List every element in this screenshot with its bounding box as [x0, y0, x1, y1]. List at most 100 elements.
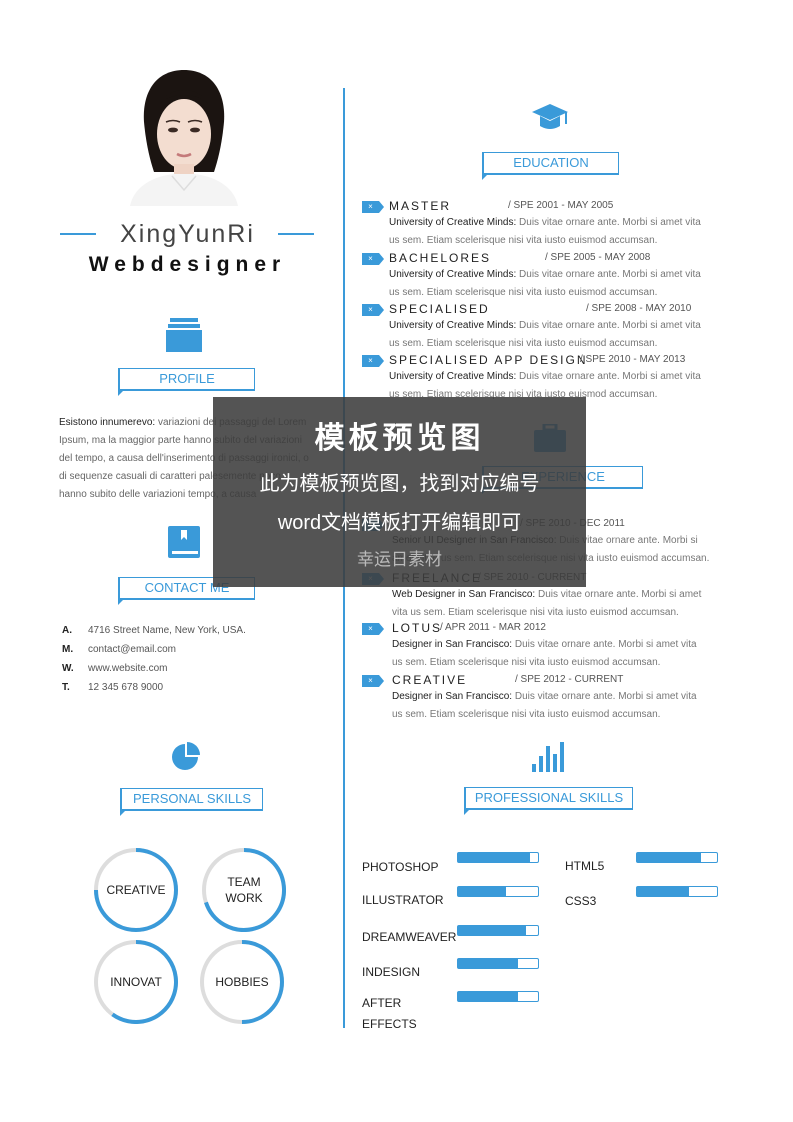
- contact-list: A. 4716 Street Name, New York, USA. M. con…: [62, 625, 322, 701]
- entry-description: University of Creative Minds: Duis vitae…: [389, 214, 729, 250]
- professional-skill-bar: [457, 852, 539, 863]
- entry-description-line2: us sem. Etiam scelerisque nisi vita iust…: [389, 338, 658, 349]
- entry-description-line2: us sem. Etiam scelerisque nisi vita iust…: [389, 287, 658, 298]
- contact-key: A.: [62, 625, 72, 636]
- contact-website[interactable]: www.website.com: [88, 663, 167, 674]
- entry-marker-icon: ×: [362, 201, 384, 213]
- avatar: [120, 64, 248, 206]
- person-name: XingYunRi: [120, 220, 255, 248]
- entry-date: / SPE 2012 - CURRENT: [515, 674, 624, 685]
- contact-key: T.: [62, 682, 70, 693]
- entry-lead: University of Creative Minds:: [389, 217, 517, 228]
- professional-skill-name: HTML5: [565, 856, 604, 877]
- skill-circle-label: CREATIVE: [98, 882, 174, 898]
- entry-text: Duis vitae ornare ante. Morbi si amet vi…: [516, 217, 701, 228]
- skill-circle: INNOVAT: [94, 940, 178, 1024]
- entry-text: Duis vitae ornare ante. Morbi si amet vi…: [512, 691, 697, 702]
- entry-title: BACHELORES: [389, 251, 492, 265]
- professional-skill-bar: [457, 991, 539, 1002]
- skill-label-line1: TEAM: [227, 875, 261, 889]
- pie-chart-icon: [170, 742, 200, 777]
- contact-address: 4716 Street Name, New York, USA.: [88, 625, 246, 636]
- professional-skill-fill: [458, 992, 518, 1001]
- professional-skill-fill: [458, 887, 506, 896]
- professional-skill-fill: [458, 853, 530, 862]
- contact-book-icon: [168, 526, 200, 563]
- professional-skill-name: AFTER EFFECTS: [362, 993, 417, 1035]
- entry-lead: University of Creative Minds:: [389, 269, 517, 280]
- professional-skill-name: DREAMWEAVER: [362, 927, 456, 948]
- contact-email[interactable]: contact@email.com: [88, 644, 176, 655]
- entry-lead: Web Designer in San Francisco:: [392, 589, 536, 600]
- entry-lead: Designer in San Francisco:: [392, 639, 513, 650]
- skill-label-line1: HOBBIES: [215, 975, 269, 989]
- entry-lead: University of Creative Minds:: [389, 371, 517, 382]
- skill-circle: CREATIVE: [94, 848, 178, 932]
- bar-chart-icon: [532, 742, 566, 777]
- entry-marker-icon: ×: [362, 355, 384, 367]
- skill-name-line1: ILLUSTRATOR: [362, 893, 444, 907]
- professional-skill-name: ILLUSTRATOR: [362, 890, 444, 911]
- entry-description-line1: Designer in San Francisco: Duis vitae or…: [392, 688, 732, 706]
- skill-name-line2: EFFECTS: [362, 1017, 417, 1031]
- entry-title: LOTUS: [392, 621, 443, 635]
- contact-email-row: M. contact@email.com: [62, 644, 322, 663]
- contact-phone: 12 345 678 9000: [88, 682, 164, 693]
- profile-pages-icon: [166, 318, 202, 357]
- profile-lead: Esistono innumerevo:: [59, 417, 156, 428]
- entry-text: Duis vitae ornare ante. Morbi si amet: [535, 589, 702, 600]
- entry-description-line2: vita us sem. Etiam scelerisque nisi vita…: [392, 607, 679, 618]
- contact-website-row: W. www.website.com: [62, 663, 322, 682]
- overlay-line-1: 此为模板预览图，找到对应编号: [259, 473, 540, 495]
- professional-skill-fill: [637, 853, 701, 862]
- entry-marker-icon: ×: [362, 304, 384, 316]
- entry-description: University of Creative Minds: Duis vitae…: [389, 317, 729, 353]
- entry-description-line1: Web Designer in San Francisco: Duis vita…: [392, 586, 732, 604]
- professional-skill-fill: [458, 926, 526, 935]
- entry-date: / SPE 2001 - MAY 2005: [508, 200, 614, 211]
- entry-date: / SPE 2005 - MAY 2008: [545, 252, 651, 263]
- professional-skill-bar: [636, 886, 718, 897]
- skill-name-line1: DREAMWEAVER: [362, 930, 457, 944]
- entry-title: SPECIALISED APP DESIGN: [389, 353, 588, 367]
- contact-address-row: A. 4716 Street Name, New York, USA.: [62, 625, 322, 644]
- entry-marker-icon: ×: [362, 623, 384, 635]
- contact-key: W.: [62, 663, 74, 674]
- entry-title: CREATIVE: [392, 673, 468, 687]
- entry-lead: University of Creative Minds:: [389, 320, 517, 331]
- skill-label-line1: INNOVAT: [110, 975, 162, 989]
- entry-text: Duis vitae ornare ante. Morbi si amet vi…: [512, 639, 697, 650]
- education-heading: EDUCATION: [482, 152, 619, 180]
- professional-skill-bar: [457, 958, 539, 969]
- professional-skills-heading: PROFESSIONAL SKILLS: [464, 787, 633, 815]
- skill-name-line1: PHOTOSHOP: [362, 860, 439, 874]
- entry-marker-icon: ×: [362, 253, 384, 265]
- entry-text: Duis vitae ornare ante. Morbi si amet vi…: [516, 371, 701, 382]
- entry-description-line2: us sem. Etiam scelerisque nisi vita iust…: [392, 709, 661, 720]
- entry-description-line1: University of Creative Minds: Duis vitae…: [389, 317, 729, 335]
- entry-date: / SPE 2008 - MAY 2010: [586, 303, 692, 314]
- entry-description-line2: us sem. Etiam scelerisque nisi vita iust…: [389, 235, 658, 246]
- skill-circle: TEAM WORK: [202, 848, 286, 932]
- entry-date: / SPE 2010 - MAY 2013: [580, 354, 686, 365]
- professional-skill-bar: [457, 886, 539, 897]
- entry-description-line2: us sem. Etiam scelerisque nisi vita iust…: [392, 657, 661, 668]
- entry-text: Duis vitae ornare ante. Morbi si amet vi…: [516, 320, 701, 331]
- skill-label-line2: WORK: [225, 891, 263, 905]
- entry-description: Designer in San Francisco: Duis vitae or…: [392, 636, 732, 672]
- entry-description-line1: Designer in San Francisco: Duis vitae or…: [392, 636, 732, 654]
- skill-circle-label: HOBBIES: [204, 974, 280, 990]
- entry-title: MASTER: [389, 199, 452, 213]
- name-line-right: [278, 233, 314, 235]
- skill-circle: HOBBIES: [200, 940, 284, 1024]
- entry-description-line1: University of Creative Minds: Duis vitae…: [389, 214, 729, 232]
- contact-key: M.: [62, 644, 74, 655]
- professional-skill-name: INDESIGN: [362, 962, 420, 983]
- entry-date: / APR 2011 - MAR 2012: [440, 622, 546, 633]
- professional-skill-bar: [457, 925, 539, 936]
- skill-label-line1: CREATIVE: [106, 883, 166, 897]
- skill-name-line1: CSS3: [565, 894, 597, 908]
- skill-name-line1: AFTER: [362, 996, 402, 1010]
- preview-overlay: 模板预览图 此为模板预览图，找到对应编号 word文档模板打开编辑即可 幸运日素…: [213, 397, 586, 587]
- education-cap-icon: [532, 104, 568, 137]
